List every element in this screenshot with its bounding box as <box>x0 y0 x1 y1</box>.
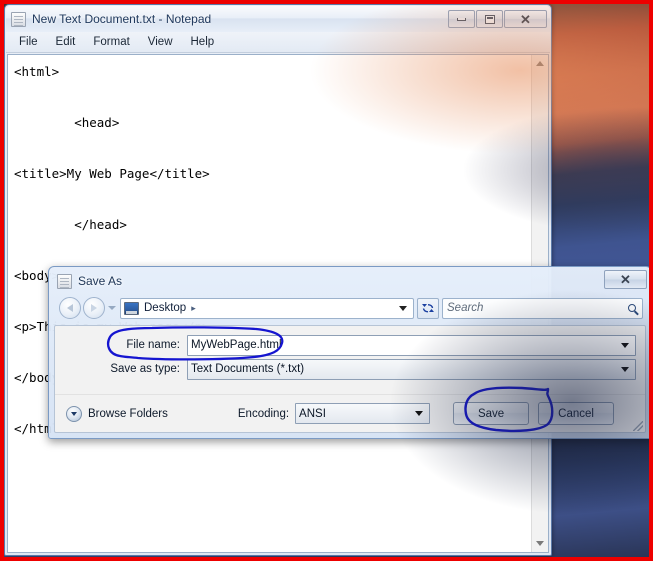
dialog-navigation-bar: Desktop ▸ Search <box>51 293 649 323</box>
back-button[interactable] <box>59 297 81 319</box>
menu-item-help[interactable]: Help <box>182 34 224 50</box>
close-icon: ✕ <box>520 11 531 27</box>
save-as-dialog: Save As ✕ Desktop ▸ Search File name: My… <box>48 266 649 439</box>
file-name-label: File name: <box>126 339 180 351</box>
file-name-input[interactable]: MyWebPage.html <box>187 334 636 356</box>
menu-item-view[interactable]: View <box>139 34 182 50</box>
chevron-down-icon[interactable] <box>621 342 629 348</box>
breadcrumb-separator-icon: ▸ <box>191 302 196 313</box>
browse-folders-button[interactable]: Browse Folders <box>66 405 168 422</box>
back-arrow-icon <box>67 304 73 312</box>
forward-button[interactable] <box>83 297 105 319</box>
notepad-title-bar[interactable]: New Text Document.txt - Notepad ✕ <box>6 6 550 32</box>
save-as-title: Save As <box>78 274 123 288</box>
dialog-footer: Browse Folders Encoding: ANSI Save Cance… <box>55 394 645 432</box>
notepad-icon <box>11 11 26 27</box>
notepad-menu-bar: File Edit Format View Help <box>6 32 550 53</box>
minimize-button[interactable] <box>448 10 475 28</box>
refresh-button[interactable] <box>417 297 439 319</box>
dialog-close-button[interactable]: ✕ <box>604 270 647 289</box>
search-icon <box>628 304 636 312</box>
encoding-value: ANSI <box>299 407 326 420</box>
save-as-title-bar[interactable]: Save As ✕ <box>51 269 649 293</box>
chevron-down-icon <box>66 405 82 422</box>
cancel-button[interactable]: Cancel <box>538 402 615 425</box>
desktop-icon <box>124 301 139 315</box>
address-bar[interactable]: Desktop ▸ <box>120 297 414 319</box>
save-as-type-label: Save as type: <box>110 363 180 375</box>
scroll-down-icon <box>536 541 544 546</box>
save-button[interactable]: Save <box>453 402 530 425</box>
minimize-icon <box>457 17 466 21</box>
browse-folders-label: Browse Folders <box>88 407 168 420</box>
encoding-field: Encoding: ANSI <box>237 403 431 424</box>
save-as-type-value: Text Documents (*.txt) <box>191 363 305 375</box>
notepad-icon <box>57 273 72 289</box>
history-chevron-icon[interactable] <box>108 306 116 310</box>
close-button[interactable]: ✕ <box>504 10 547 28</box>
refresh-icon <box>422 303 434 312</box>
file-name-row: File name: MyWebPage.html <box>55 333 645 357</box>
dialog-body: File name: MyWebPage.html Save as type: … <box>54 325 646 433</box>
chevron-down-icon[interactable] <box>415 411 424 416</box>
breadcrumb-desktop[interactable]: Desktop <box>144 302 186 314</box>
search-placeholder: Search <box>447 302 484 314</box>
maximize-icon <box>484 14 495 24</box>
encoding-select[interactable]: ANSI <box>295 403 431 424</box>
menu-item-edit[interactable]: Edit <box>47 34 85 50</box>
menu-item-format[interactable]: Format <box>84 34 138 50</box>
scroll-up-icon <box>536 61 544 66</box>
forward-arrow-icon <box>91 304 97 312</box>
file-name-value: MyWebPage.html <box>191 339 282 351</box>
save-as-type-row: Save as type: Text Documents (*.txt) <box>55 357 645 381</box>
close-icon: ✕ <box>620 272 631 287</box>
encoding-label: Encoding: <box>237 407 290 420</box>
maximize-button[interactable] <box>476 10 503 28</box>
chevron-down-icon[interactable] <box>399 305 407 311</box>
chevron-down-icon[interactable] <box>621 366 629 372</box>
menu-item-file[interactable]: File <box>10 34 47 50</box>
window-controls: ✕ <box>448 10 548 28</box>
resize-grip-icon[interactable] <box>633 421 643 431</box>
save-as-type-select[interactable]: Text Documents (*.txt) <box>187 358 636 380</box>
notepad-window-title: New Text Document.txt - Notepad <box>32 12 212 26</box>
desktop-background: New Text Document.txt - Notepad ✕ File E… <box>0 0 653 561</box>
search-box[interactable]: Search <box>442 297 643 319</box>
scroll-down-button[interactable] <box>531 535 548 552</box>
scroll-up-button[interactable] <box>531 55 548 72</box>
